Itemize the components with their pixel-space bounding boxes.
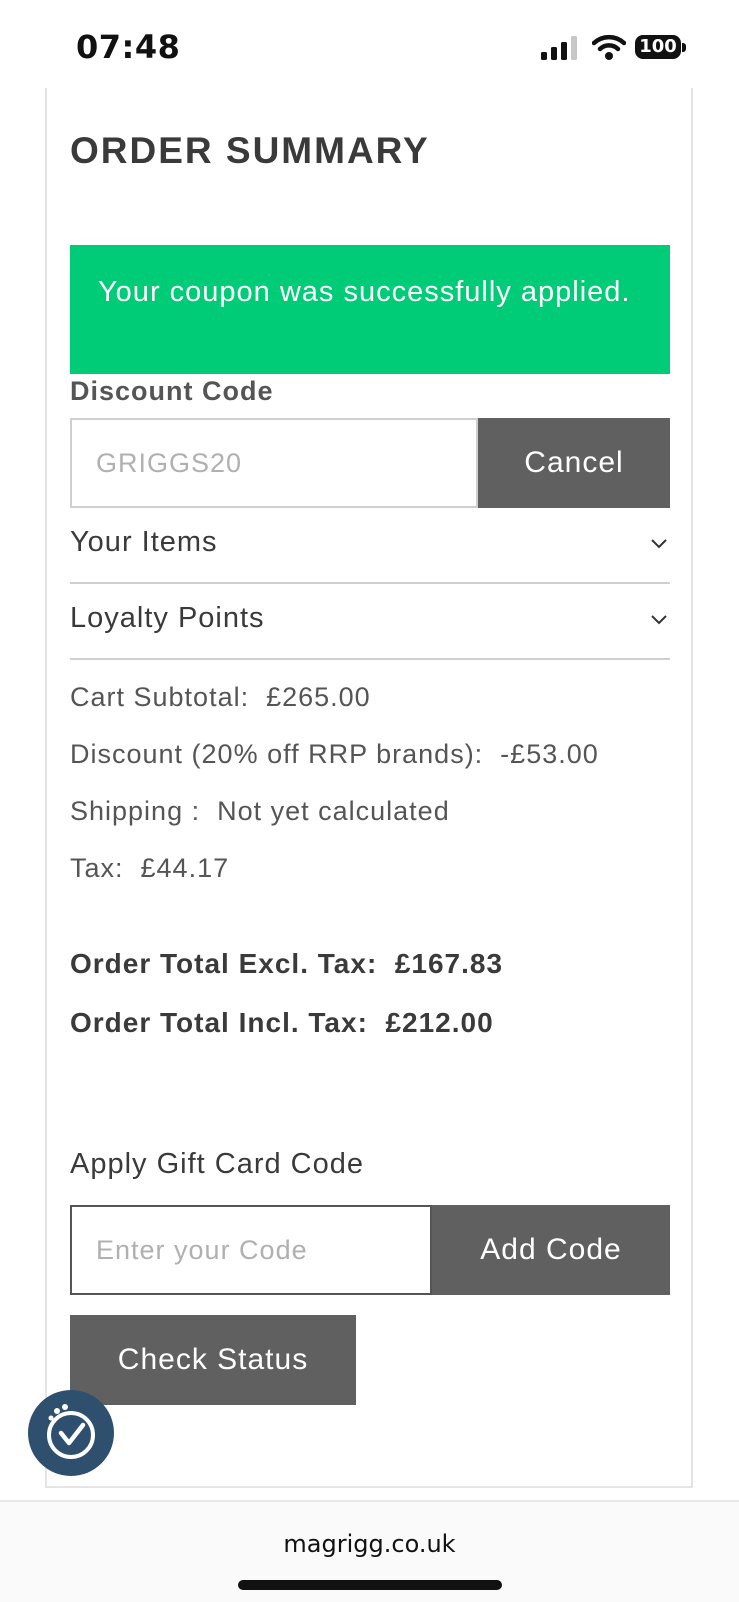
your-items-label: Your Items (70, 526, 218, 558)
check-status-button[interactable]: Check Status (70, 1315, 356, 1405)
chevron-down-icon (651, 615, 667, 625)
add-code-button[interactable]: Add Code (432, 1205, 670, 1295)
discount-code-input[interactable]: GRIGGS20 (70, 418, 478, 508)
page-title: ORDER SUMMARY (70, 130, 430, 171)
order-total-incl-tax: Order Total Incl. Tax: £212.00 (70, 1007, 494, 1038)
browser-bottom-bar: magrigg.co.uk (0, 1500, 739, 1602)
chevron-down-icon (651, 539, 667, 549)
battery-icon: 100 (635, 35, 687, 61)
wifi-icon (592, 34, 626, 60)
shipping-line: Shipping : Not yet calculated (70, 796, 450, 826)
your-items-accordion[interactable]: Your Items (70, 508, 670, 584)
order-total-excl-tax: Order Total Excl. Tax: £167.83 (70, 948, 504, 979)
loyalty-points-label: Loyalty Points (70, 602, 265, 634)
status-time: 07:48 (76, 28, 181, 66)
coupon-success-alert: Your coupon was successfully applied. (70, 245, 670, 374)
battery-level: 100 (635, 35, 681, 59)
cellular-signal-icon (541, 36, 577, 60)
accessibility-check-icon (47, 1404, 95, 1459)
discount-line: Discount (20% off RRP brands): -£53.00 (70, 739, 599, 769)
url-bar[interactable]: magrigg.co.uk (0, 1530, 739, 1558)
cart-subtotal: Cart Subtotal: £265.00 (70, 682, 371, 712)
cancel-coupon-button[interactable]: Cancel (478, 418, 670, 508)
home-indicator[interactable] (238, 1580, 502, 1590)
tax-line: Tax: £44.17 (70, 853, 230, 883)
discount-code-label: Discount Code (70, 376, 274, 406)
battery-cap (682, 43, 686, 52)
gift-card-label: Apply Gift Card Code (70, 1148, 365, 1180)
gift-card-input[interactable]: Enter your Code (70, 1205, 432, 1295)
loyalty-points-accordion[interactable]: Loyalty Points (70, 584, 670, 660)
accessibility-button[interactable] (28, 1390, 114, 1476)
status-bar: 07:48 100 (0, 0, 739, 90)
